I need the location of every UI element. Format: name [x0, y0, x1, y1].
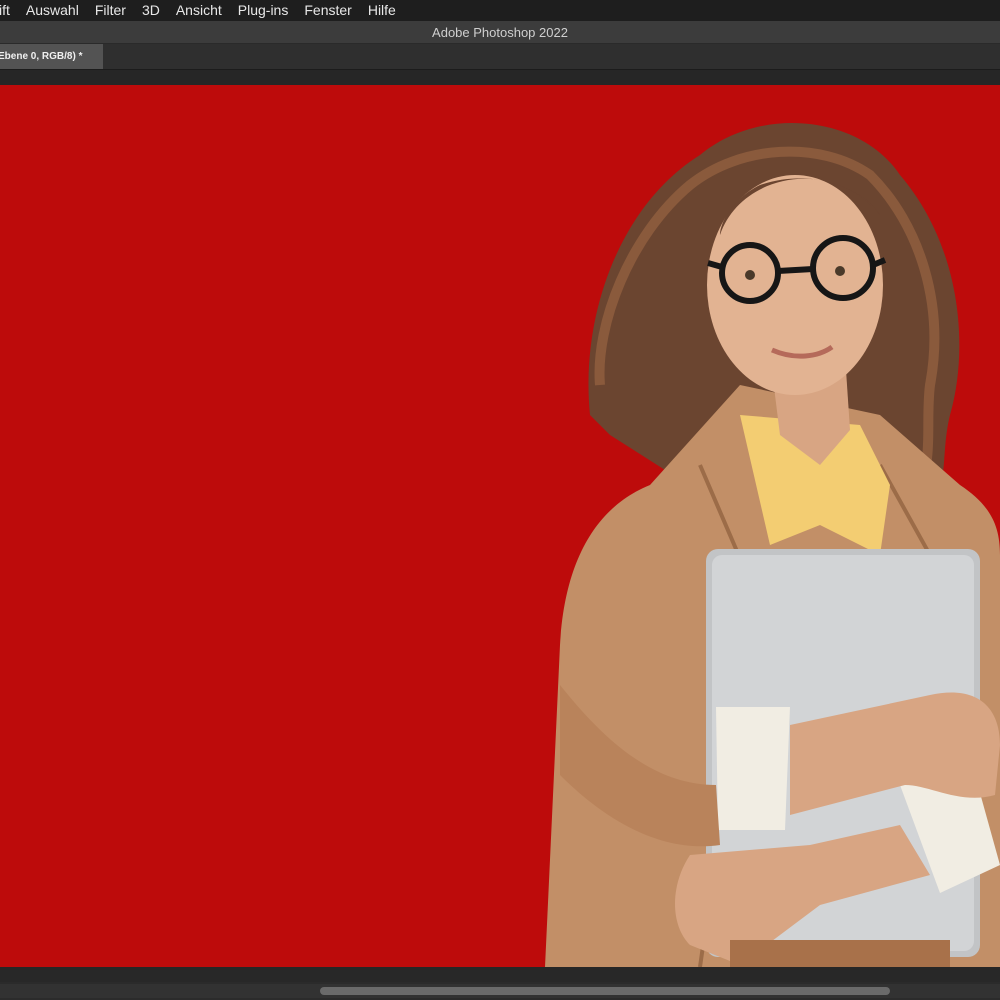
- menu-fenster[interactable]: Fenster: [296, 0, 359, 21]
- window-title: Adobe Photoshop 2022: [432, 24, 568, 40]
- document-tab-label: Ebene 0, RGB/8) *: [0, 51, 83, 62]
- menu-3d[interactable]: 3D: [134, 0, 168, 21]
- horizontal-scrollbar[interactable]: [0, 982, 1000, 1000]
- menu-bar: ift Auswahl Filter 3D Ansicht Plug-ins F…: [0, 0, 1000, 21]
- menu-auswahl[interactable]: Auswahl: [18, 0, 87, 21]
- canvas-photo-person: [545, 122, 1000, 967]
- window-title-bar: Adobe Photoshop 2022: [0, 21, 1000, 44]
- document-canvas[interactable]: [0, 85, 1000, 967]
- scrollbar-thumb[interactable]: [320, 987, 890, 995]
- document-tab-bar: Ebene 0, RGB/8) *: [0, 44, 1000, 70]
- menu-ansicht[interactable]: Ansicht: [168, 0, 230, 21]
- menu-hilfe[interactable]: Hilfe: [360, 0, 404, 21]
- menu-filter[interactable]: Filter: [87, 0, 134, 21]
- document-tab[interactable]: Ebene 0, RGB/8) *: [0, 44, 103, 69]
- left-cuff: [716, 707, 790, 830]
- menu-plug-ins[interactable]: Plug-ins: [230, 0, 297, 21]
- menu-schrift[interactable]: ift: [0, 0, 18, 21]
- workspace[interactable]: [0, 70, 1000, 970]
